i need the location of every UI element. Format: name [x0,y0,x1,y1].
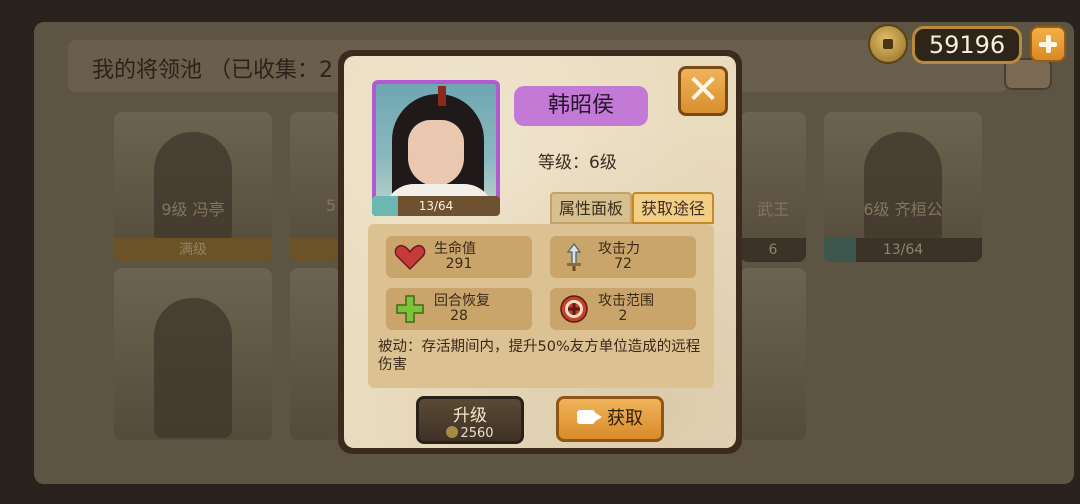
general-card[interactable] [740,268,806,440]
close-icon: ✕ [686,67,720,113]
stat-attack: 攻击力 72 [550,236,696,278]
coin-icon [868,24,908,64]
add-coins-button[interactable] [1030,26,1066,62]
stat-label: 攻击范围 [598,293,654,309]
tab-source[interactable]: 获取途径 [632,192,714,224]
board-title: 我的将领池 （已收集：2 [92,58,333,83]
card-name: 武王 [756,200,789,219]
card-name: 9级 冯亭 [161,200,225,219]
general-card[interactable] [290,268,340,440]
stat-value: 72 [614,256,632,272]
passive-skill-text: 被动：存活期间内，提升50%友方单位造成的远程伤害 [378,339,701,373]
stat-range: 攻击范围 2 [550,288,696,330]
shard-progress-text: 13/64 [418,199,454,213]
sword-icon [566,242,582,271]
video-camera-icon [577,408,603,426]
stat-value: 291 [445,256,473,272]
stat-label: 生命值 [434,241,476,257]
general-name: 韩昭侯 [514,86,648,126]
general-card[interactable] [114,268,272,440]
card-progress-bar: 13/64 [824,238,982,262]
card-bar: 满级 [114,238,272,262]
coin-count: 59196 [912,26,1022,64]
get-button[interactable]: 获取 [556,396,664,442]
stat-value: 28 [450,308,468,324]
general-card[interactable]: 5 [290,112,340,262]
stats-panel: 生命值 291 攻击力 72 回合恢复 28 攻击范围 2 被动：存活期间内，提… [368,224,714,388]
stat-hp: 生命值 291 [386,236,532,278]
stat-regen: 回合恢复 28 [386,288,532,330]
stat-label: 回合恢复 [434,293,490,309]
tab-attributes[interactable]: 属性面板 [550,192,632,224]
shard-progress-bar: 13/64 [372,196,500,216]
upgrade-button[interactable]: 升级 2560 [416,396,524,444]
general-card[interactable]: 武王 6 [740,112,806,262]
general-detail-dialog: 13/64 韩昭侯 等级：6级 ✕ 属性面板 获取途径 生命值 291 攻击力 … [338,50,742,454]
card-bar: 6 [740,238,806,262]
stat-label: 攻击力 [598,241,640,257]
coin-icon [446,426,459,438]
general-avatar [372,80,500,214]
general-level: 等级：6级 [538,153,617,173]
close-button[interactable]: ✕ [678,66,728,116]
card-name: 5 [325,196,336,215]
general-card[interactable]: 6级 齐桓公 13/64 [824,112,982,262]
upgrade-cost: 2560 [460,426,494,441]
general-card[interactable]: 9级 冯亭 满级 [114,112,272,262]
stat-value: 2 [618,308,628,324]
target-icon [560,295,588,323]
get-label: 获取 [607,408,643,429]
heart-icon [394,244,426,271]
upgrade-label: 升级 [453,406,487,426]
plus-cross-icon [396,295,424,323]
card-name: 6级 齐桓公 [863,200,943,219]
